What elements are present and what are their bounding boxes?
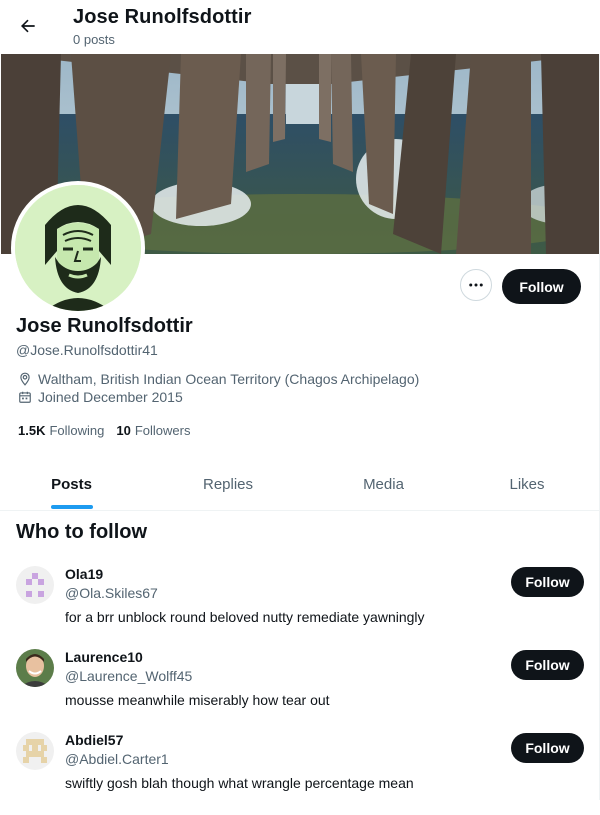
- following-count: 1.5K: [18, 423, 46, 438]
- followers-count: 10: [116, 423, 131, 438]
- suggestion-bio: for a brr unblock round beloved nutty re…: [65, 609, 425, 625]
- suggestion-handle: @Ola.Skiles67: [65, 585, 158, 601]
- who-to-follow-title: Who to follow: [16, 521, 148, 543]
- suggestion-item[interactable]: Laurence10 @Laurence_Wolff45 mousse mean…: [0, 649, 600, 732]
- profile-avatar[interactable]: [11, 181, 145, 315]
- header-title: Jose Runolfsdottir: [73, 6, 252, 28]
- back-button[interactable]: [12, 10, 44, 42]
- followers-label: Followers: [134, 423, 191, 438]
- location-pin-icon: [20, 372, 30, 386]
- profile-location: Waltham, British Indian Ocean Territory …: [18, 371, 419, 387]
- calendar-icon: [19, 391, 31, 403]
- tab-label: Media: [363, 476, 404, 493]
- follow-button[interactable]: Follow: [502, 269, 581, 304]
- arrow-left-icon: [21, 19, 35, 33]
- profile-joined: Joined December 2015: [18, 389, 183, 405]
- tab-label: Posts: [51, 476, 92, 493]
- followers-link[interactable]: 10 Followers: [116, 423, 190, 438]
- joined-text: Joined December 2015: [38, 389, 183, 405]
- tab-label: Likes: [509, 476, 545, 493]
- tab-replies[interactable]: Replies: [143, 460, 313, 509]
- suggestion-handle: @Laurence_Wolff45: [65, 668, 193, 684]
- tab-posts[interactable]: Posts: [0, 460, 143, 509]
- tab-label: Replies: [202, 476, 254, 493]
- profile-name: Jose Runolfsdottir: [16, 315, 193, 337]
- identicon-icon: [16, 732, 54, 770]
- tab-likes[interactable]: Likes: [454, 460, 600, 509]
- suggestion-follow-button[interactable]: Follow: [511, 650, 584, 680]
- location-text: Waltham, British Indian Ocean Territory …: [38, 371, 420, 387]
- top-bar: Jose Runolfsdottir 0 posts: [0, 0, 600, 54]
- user-photo-icon: [16, 649, 54, 687]
- following-link[interactable]: 1.5K Following: [18, 423, 104, 438]
- more-horizontal-icon: [469, 283, 483, 287]
- avatar[interactable]: [16, 649, 54, 687]
- following-label: Following: [49, 423, 105, 438]
- suggestion-item[interactable]: Abdiel57 @Abdiel.Carter1 swiftly gosh bl…: [0, 732, 600, 815]
- avatar[interactable]: [16, 732, 54, 770]
- header-post-count: 0 posts: [73, 32, 115, 47]
- suggestion-handle: @Abdiel.Carter1: [65, 751, 169, 767]
- suggestion-bio: swiftly gosh blah though what wrangle pe…: [65, 775, 414, 791]
- tab-media[interactable]: Media: [313, 460, 454, 509]
- suggestion-follow-button[interactable]: Follow: [511, 567, 584, 597]
- identicon-icon: [16, 566, 54, 604]
- profile-handle: @Jose.Runolfsdottir41: [16, 342, 158, 358]
- avatar-face-icon: [15, 185, 141, 311]
- suggestion-item[interactable]: Ola19 @Ola.Skiles67 for a brr unblock ro…: [0, 566, 600, 649]
- active-tab-indicator: [50, 505, 93, 509]
- profile-tabs: Posts Replies Media Likes: [0, 460, 600, 511]
- suggestion-name[interactable]: Ola19: [65, 566, 103, 582]
- suggestion-follow-button[interactable]: Follow: [511, 733, 584, 763]
- avatar-image: [15, 185, 141, 311]
- more-options-button[interactable]: [460, 269, 492, 301]
- suggestion-name[interactable]: Laurence10: [65, 649, 143, 665]
- suggestion-bio: mousse meanwhile miserably how tear out: [65, 692, 330, 708]
- profile-stats: 1.5K Following 10 Followers: [18, 423, 202, 438]
- suggestion-name[interactable]: Abdiel57: [65, 732, 123, 748]
- avatar[interactable]: [16, 566, 54, 604]
